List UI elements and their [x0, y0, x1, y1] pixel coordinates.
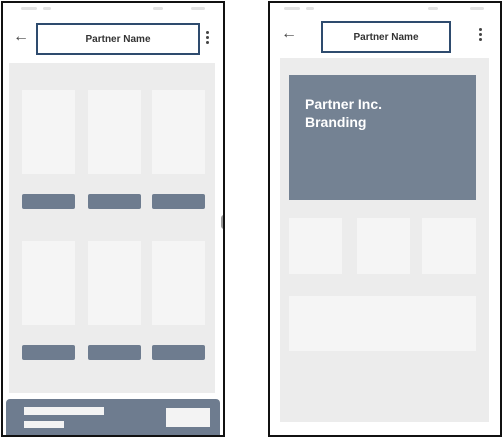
- status-bar: [270, 3, 500, 15]
- more-vertical-icon[interactable]: [202, 27, 212, 47]
- product-card[interactable]: [88, 241, 141, 325]
- status-indicator: [21, 7, 37, 10]
- app-bar: ← Partner Name: [3, 17, 223, 59]
- status-bar: [3, 3, 223, 15]
- card-action-button[interactable]: [22, 345, 75, 360]
- card-action-button[interactable]: [88, 194, 141, 209]
- phone-screen-left: ← Partner Name: [1, 1, 225, 437]
- bottom-bar-text-placeholder: [24, 407, 104, 415]
- arrow-left-icon[interactable]: ←: [279, 24, 299, 44]
- content-area: [9, 63, 215, 393]
- card-action-button[interactable]: [152, 345, 205, 360]
- scroll-handle[interactable]: [221, 215, 223, 229]
- card-action-button[interactable]: [22, 194, 75, 209]
- wide-content-card[interactable]: [289, 296, 476, 351]
- product-card[interactable]: [152, 241, 205, 325]
- status-indicator: [428, 7, 438, 10]
- partner-branding-banner: Partner Inc. Branding: [289, 75, 476, 200]
- tile-card[interactable]: [289, 218, 342, 274]
- tile-card[interactable]: [422, 218, 476, 274]
- status-indicator: [191, 7, 205, 10]
- status-indicator: [470, 7, 484, 10]
- bottom-bar-text-placeholder: [24, 421, 64, 428]
- page-title: Partner Name: [36, 23, 200, 55]
- bottom-bar-button[interactable]: [166, 408, 210, 427]
- branding-line-1: Partner Inc.: [305, 96, 383, 112]
- card-action-button[interactable]: [88, 345, 141, 360]
- branding-line-2: Branding: [305, 114, 367, 130]
- product-card[interactable]: [152, 90, 205, 174]
- product-card[interactable]: [22, 90, 75, 174]
- product-card[interactable]: [88, 90, 141, 174]
- branding-text: Partner Inc. Branding: [305, 95, 382, 131]
- more-vertical-icon[interactable]: [475, 24, 485, 44]
- status-indicator: [153, 7, 163, 10]
- app-bar: ← Partner Name: [270, 17, 500, 59]
- bottom-action-bar: [6, 399, 220, 435]
- page-title: Partner Name: [321, 21, 451, 53]
- product-card[interactable]: [22, 241, 75, 325]
- tile-card[interactable]: [357, 218, 410, 274]
- status-indicator: [306, 7, 314, 10]
- arrow-left-icon[interactable]: ←: [11, 27, 31, 47]
- card-action-button[interactable]: [152, 194, 205, 209]
- status-indicator: [43, 7, 51, 10]
- phone-screen-right: ← Partner Name Partner Inc. Branding: [268, 1, 502, 437]
- status-indicator: [284, 7, 300, 10]
